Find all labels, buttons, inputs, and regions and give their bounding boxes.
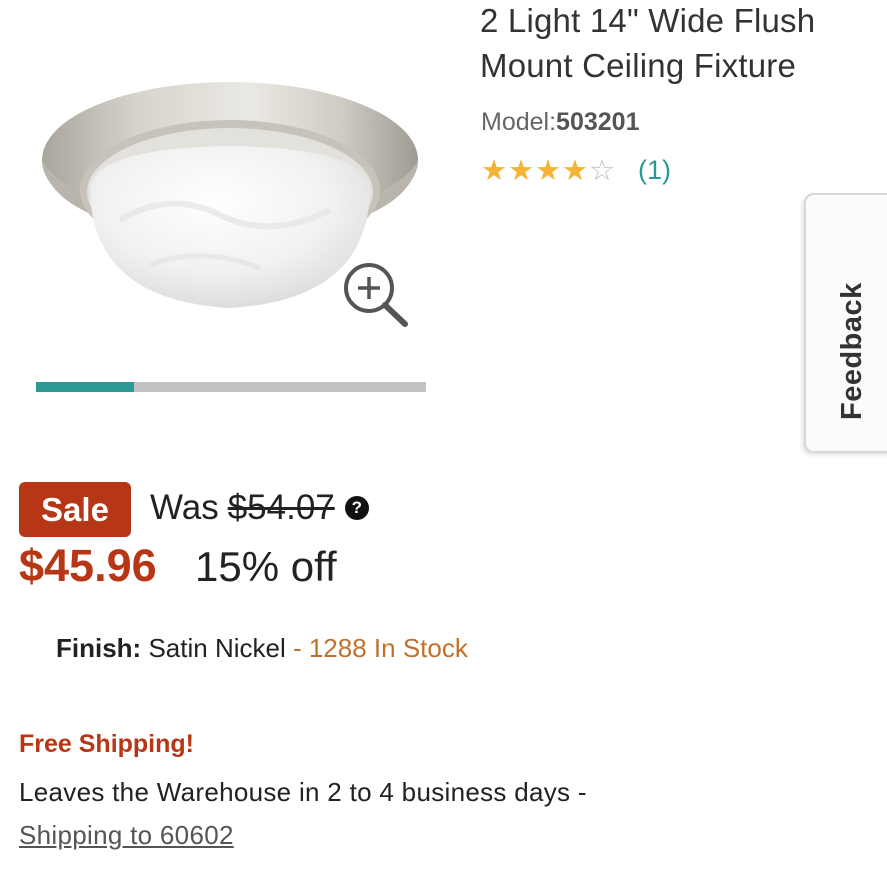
- star-empty-icon: ☆: [589, 154, 616, 187]
- was-price-line: Was $54.07 ?: [150, 488, 369, 528]
- finish-line[interactable]: Finish: Satin Nickel - 1288 In Stock: [56, 633, 468, 664]
- finish-value: Satin Nickel: [148, 633, 286, 663]
- feedback-label: Feedback: [836, 282, 868, 420]
- star-filled-icon: ★: [481, 154, 508, 187]
- star-filled-icon: ★: [535, 154, 562, 187]
- image-carousel-progress: [36, 382, 426, 392]
- carousel-progress-fill: [36, 382, 134, 392]
- rating[interactable]: ★★★★☆ (1): [481, 150, 671, 190]
- star-rating: ★★★★☆: [481, 153, 616, 188]
- feedback-tab[interactable]: Feedback: [804, 193, 887, 453]
- was-label: Was: [150, 488, 219, 527]
- model-label: Model:: [481, 108, 557, 136]
- help-icon[interactable]: ?: [344, 496, 369, 520]
- star-filled-icon: ★: [562, 154, 589, 187]
- shipping-eta: Leaves the Warehouse in 2 to 4 business …: [19, 777, 587, 807]
- product-title: 2 Light 14" Wide Flush Mount Ceiling Fix…: [480, 2, 816, 84]
- zoom-in-icon[interactable]: [337, 258, 411, 332]
- was-price: $54.07: [227, 488, 335, 527]
- current-price: $45.96: [19, 540, 157, 591]
- discount-percent: 15% off: [195, 543, 337, 590]
- stock-status: - 1288 In Stock: [292, 633, 468, 663]
- finish-label: Finish:: [56, 633, 142, 663]
- star-filled-icon: ★: [508, 154, 535, 187]
- free-shipping-label: Free Shipping!: [19, 730, 194, 758]
- shipping-zip-link[interactable]: Shipping to 60602: [19, 820, 234, 851]
- model-line: Model:503201: [481, 108, 639, 137]
- review-count-link[interactable]: (1): [638, 155, 671, 186]
- sale-badge: Sale: [19, 482, 131, 537]
- model-number: 503201: [556, 108, 640, 136]
